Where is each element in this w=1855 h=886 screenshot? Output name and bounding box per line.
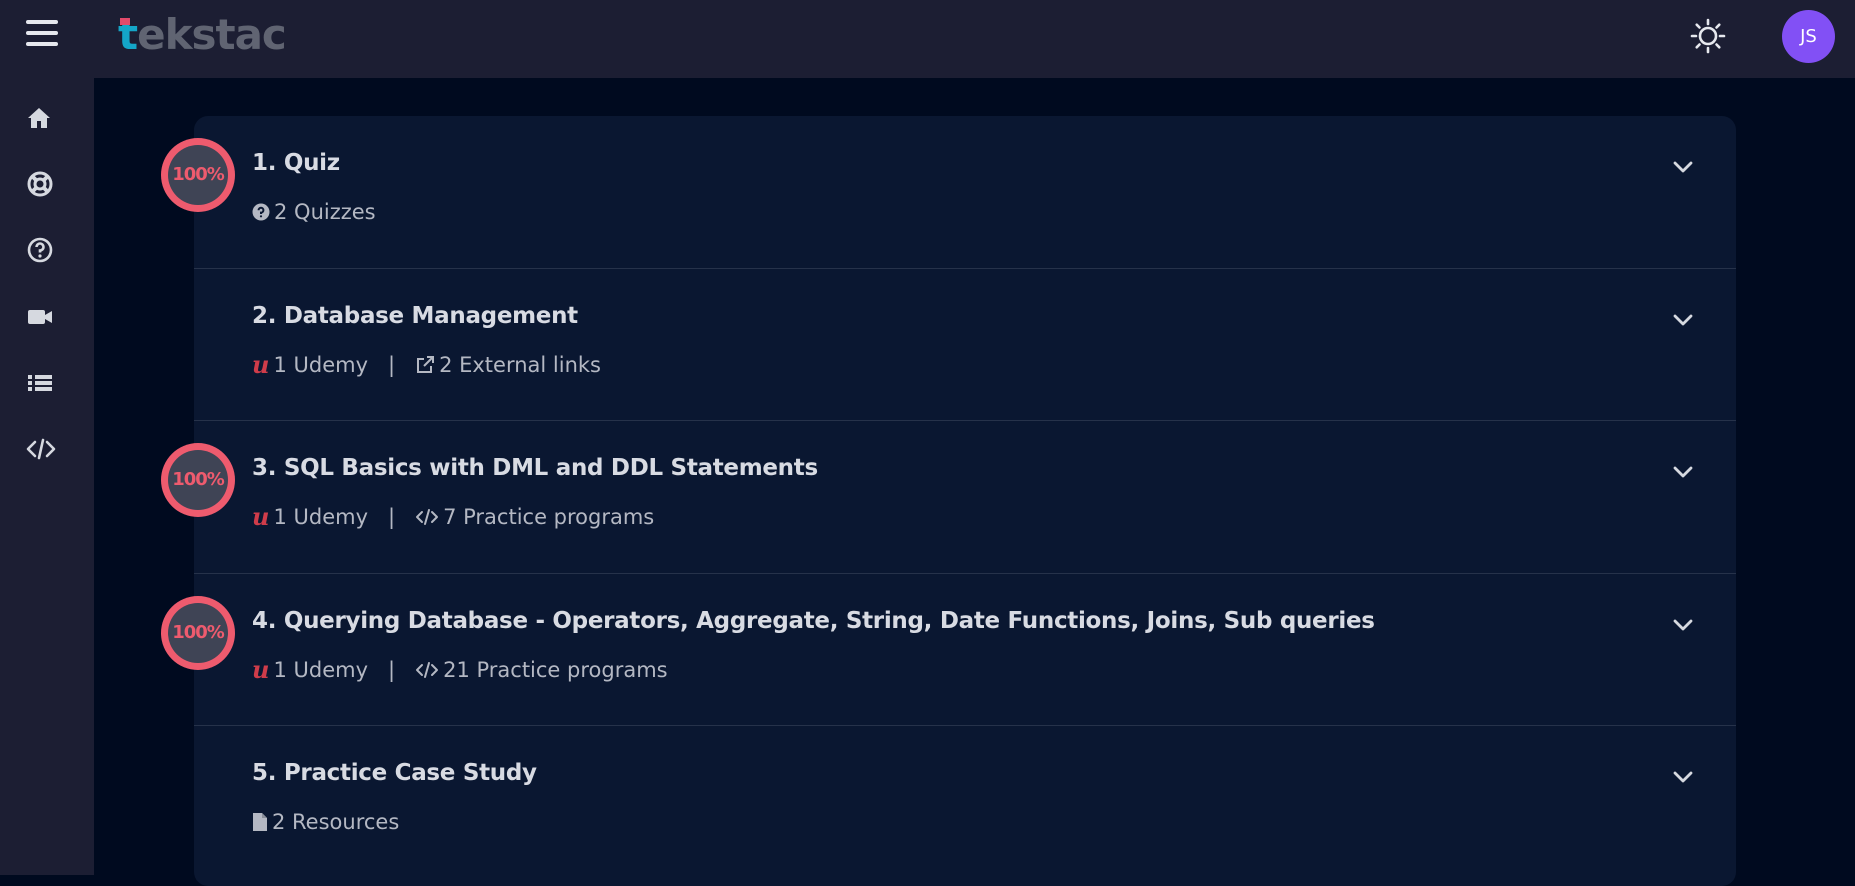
module-meta: 2 Resources [252, 810, 399, 834]
chevron-down-icon[interactable] [1668, 152, 1698, 182]
chevron-down-icon[interactable] [1668, 457, 1698, 487]
code-icon [415, 660, 439, 680]
module-title: 5. Practice Case Study [252, 760, 537, 786]
separator: | [388, 658, 396, 682]
module-title: 4. Querying Database - Operators, Aggreg… [252, 608, 1375, 634]
chevron-down-icon[interactable] [1668, 610, 1698, 640]
list-icon[interactable] [26, 369, 56, 399]
video-camera-icon[interactable] [26, 303, 56, 333]
hamburger-menu-icon[interactable] [26, 20, 58, 52]
chevron-down-icon[interactable] [1668, 305, 1698, 335]
sun-icon[interactable] [1690, 18, 1726, 54]
code-icon [415, 507, 439, 527]
tekstac-logo[interactable]: tekstac [118, 12, 287, 58]
progress-badge: 100% [161, 596, 235, 670]
code-icon[interactable] [26, 435, 56, 465]
lifebuoy-icon[interactable] [26, 170, 56, 200]
udemy-icon: u [252, 350, 270, 379]
file-icon [252, 812, 268, 832]
sidebar [0, 78, 94, 875]
module-meta: u 1 Udemy | 21 Practice programs [252, 655, 668, 684]
progress-badge: 100% [161, 138, 235, 212]
module-row[interactable]: 2. Database Management u 1 Udemy | 2 Ext… [194, 268, 1736, 421]
external-link-icon [415, 355, 435, 375]
home-icon[interactable] [26, 105, 56, 135]
module-row[interactable]: 100% 4. Querying Database - Operators, A… [161, 573, 1736, 726]
module-meta: u 1 Udemy | 7 Practice programs [252, 502, 655, 531]
separator: | [388, 505, 396, 529]
separator: | [388, 353, 396, 377]
module-title: 1. Quiz [252, 150, 340, 176]
module-meta: u 1 Udemy | 2 External links [252, 350, 601, 379]
module-row[interactable]: 5. Practice Case Study 2 Resources [194, 725, 1736, 876]
top-bar: tekstac JS [0, 0, 1855, 78]
module-row[interactable]: 100% 3. SQL Basics with DML and DDL Stat… [161, 420, 1736, 573]
module-meta: 2 Quizzes [252, 200, 376, 224]
chevron-down-icon[interactable] [1668, 762, 1698, 792]
module-row[interactable]: 100% 1. Quiz 2 Quizzes [161, 116, 1736, 268]
user-avatar[interactable]: JS [1782, 10, 1835, 63]
progress-badge: 100% [161, 443, 235, 517]
module-title: 3. SQL Basics with DML and DDL Statement… [252, 455, 818, 481]
udemy-icon: u [252, 655, 270, 684]
help-circle-icon[interactable] [26, 236, 56, 266]
module-title: 2. Database Management [252, 303, 578, 329]
udemy-icon: u [252, 502, 270, 531]
question-circle-icon [252, 203, 270, 221]
